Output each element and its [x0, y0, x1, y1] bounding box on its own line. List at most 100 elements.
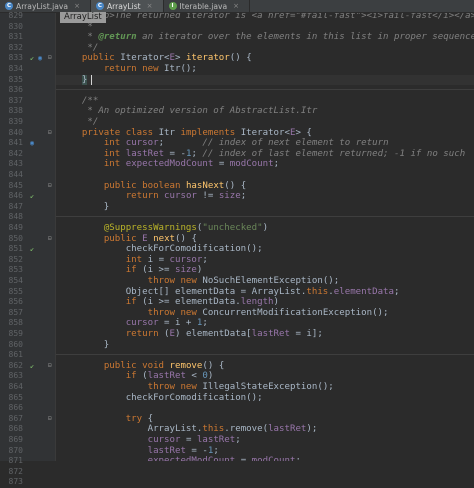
caret-line-highlight — [56, 74, 474, 86]
override-method-icon[interactable]: ↙ — [30, 244, 34, 255]
line-number: 840 — [8, 127, 23, 137]
code-line[interactable]: if (i >= elementData.length) — [60, 297, 279, 308]
code-line[interactable]: throw new IllegalStateException(); — [60, 382, 334, 393]
code-line[interactable]: Object[] elementData = ArrayList.this.el… — [60, 287, 400, 298]
code-line[interactable]: expectedModCount = modCount; — [60, 456, 301, 461]
code-line[interactable]: cursor = i + 1; — [60, 318, 208, 329]
code-line[interactable]: return cursor != size; — [60, 191, 247, 202]
line-number: 829 — [8, 11, 23, 20]
code-line[interactable]: public E next() { — [60, 234, 197, 245]
fold-toggle-icon[interactable]: ⊟ — [48, 234, 52, 245]
line-number: 854 — [8, 276, 23, 285]
code-line[interactable]: public void remove() { — [60, 361, 224, 372]
code-line[interactable]: int lastRet = -1; // index of last eleme… — [60, 149, 465, 160]
code-line[interactable]: try { — [60, 414, 153, 425]
line-number: 848 — [8, 212, 23, 222]
line-number: 833 — [8, 53, 23, 63]
code-line[interactable]: * @return an iterator over the elements … — [60, 32, 474, 43]
line-number: 853 — [8, 265, 23, 275]
code-editor[interactable]: * <p>The returned iterator is <a href="#… — [56, 13, 474, 461]
code-line[interactable]: if (i >= size) — [60, 265, 203, 276]
code-line[interactable]: checkForComodification(); — [60, 393, 263, 404]
line-number: 836 — [8, 85, 23, 95]
code-line[interactable]: } — [60, 340, 109, 351]
implements-method-icon[interactable]: ◉ — [30, 138, 34, 149]
implements-method-icon[interactable]: ◉ — [38, 53, 42, 64]
close-icon[interactable]: × — [233, 2, 239, 10]
code-line[interactable]: cursor = lastRet; — [60, 435, 241, 446]
code-line[interactable]: private class Itr implements Iterator<E>… — [60, 128, 312, 139]
code-line[interactable]: return (E) elementData[lastRet = i]; — [60, 329, 323, 340]
fold-toggle-icon[interactable]: ⊟ — [48, 181, 52, 192]
code-line[interactable]: @SuppressWarnings("unchecked") — [60, 223, 268, 234]
line-number: 849 — [8, 223, 23, 232]
code-line[interactable]: int i = cursor; — [60, 255, 208, 266]
line-number: 858 — [8, 318, 23, 328]
line-number: 847 — [8, 201, 23, 211]
line-number: 866 — [8, 403, 23, 413]
class-icon: C — [5, 2, 13, 10]
line-number: 839 — [8, 117, 23, 126]
breadcrumb[interactable]: ArrayList — [60, 12, 106, 23]
tab-label: ArrayList — [106, 1, 141, 11]
code-line[interactable]: */ — [60, 117, 98, 128]
code-line[interactable]: checkForComodification(); — [60, 244, 263, 255]
tab-1[interactable]: C ArrayList × — [90, 0, 164, 12]
code-line[interactable]: throw new NoSuchElementException(); — [60, 276, 340, 287]
method-separator — [56, 216, 474, 218]
text-caret — [91, 74, 92, 85]
tab-bar-filler — [250, 0, 474, 12]
fold-toggle-icon[interactable]: ⊟ — [48, 128, 52, 139]
line-number: 851 — [8, 244, 23, 254]
line-number: 832 — [8, 42, 23, 52]
tab-2[interactable]: I Iterable.java × — [164, 0, 251, 12]
code-line[interactable]: lastRet = -1; — [60, 446, 219, 457]
line-number: 873 — [8, 477, 23, 487]
class-icon: C — [95, 2, 104, 10]
fold-toggle-icon[interactable]: ⊟ — [48, 53, 52, 64]
code-line[interactable]: return new Itr(); — [60, 64, 197, 75]
code-line[interactable]: throw new ConcurrentModificationExceptio… — [60, 308, 389, 319]
override-method-icon[interactable]: ↙ — [30, 53, 34, 64]
line-number: 835 — [8, 74, 23, 84]
line-number: 838 — [8, 106, 23, 116]
code-line[interactable]: /** — [60, 96, 98, 107]
line-number: 852 — [8, 254, 23, 264]
line-number: 868 — [8, 424, 23, 434]
fold-toggle-icon[interactable]: ⊟ — [48, 414, 52, 425]
override-method-icon[interactable]: ↙ — [30, 361, 34, 372]
line-number: 863 — [8, 371, 23, 381]
line-number: 850 — [8, 233, 23, 243]
code-line[interactable]: * <p>The returned iterator is <a href="#… — [60, 13, 474, 22]
line-number: 861 — [8, 350, 23, 360]
method-separator — [56, 354, 474, 356]
fold-toggle-icon[interactable]: ⊟ — [48, 361, 52, 372]
line-number: 834 — [8, 64, 23, 73]
close-icon[interactable]: × — [74, 2, 80, 10]
line-number: 865 — [8, 392, 23, 402]
line-number: 837 — [8, 95, 23, 105]
line-number: 872 — [8, 466, 23, 476]
line-number: 857 — [8, 307, 23, 317]
code-line[interactable]: int expectedModCount = modCount; — [60, 159, 279, 170]
code-line[interactable]: */ — [60, 43, 98, 54]
code-line[interactable]: int cursor; // index of next element to … — [60, 138, 389, 149]
code-line[interactable]: * — [60, 22, 92, 33]
code-line[interactable]: * An optimized version of AbstractList.I… — [60, 106, 317, 117]
tab-label: ArrayList.java — [16, 1, 69, 11]
line-number: 841 — [8, 138, 23, 148]
code-line[interactable]: } — [60, 202, 109, 213]
line-number: 831 — [8, 32, 23, 42]
code-line[interactable]: if (lastRet < 0) — [60, 371, 214, 382]
close-icon[interactable]: × — [147, 2, 153, 10]
code-line[interactable]: ArrayList.this.remove(lastRet); — [60, 424, 318, 435]
tab-label: Iterable.java — [179, 1, 228, 11]
line-number-gutter[interactable]: 829 830 831 832 833 ↙ ◉ ⊟ 834 835 836 837 838 839 840 ⊟… — [0, 11, 56, 486]
override-method-icon[interactable]: ↙ — [30, 191, 34, 202]
method-separator — [56, 89, 474, 91]
code-line[interactable]: public boolean hasNext() { — [60, 181, 246, 192]
line-number: 844 — [8, 170, 23, 179]
code-line[interactable]: public Iterator<E> iterator() { — [60, 53, 252, 64]
line-number: 843 — [8, 159, 23, 169]
code-line[interactable]: } — [60, 74, 88, 86]
